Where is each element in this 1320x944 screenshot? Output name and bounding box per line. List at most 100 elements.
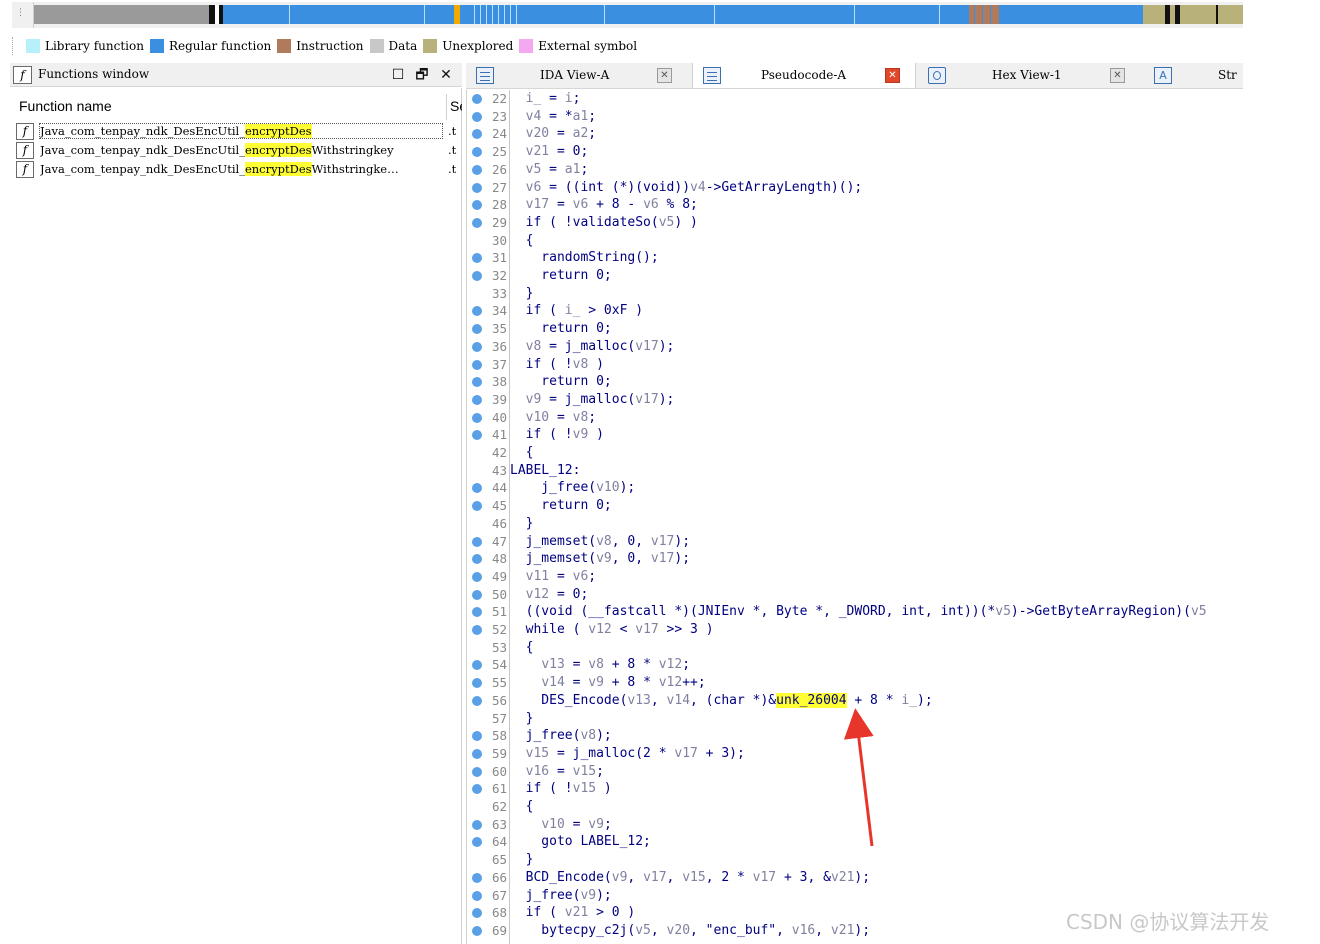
breakpoint-dot-icon[interactable] <box>472 571 482 582</box>
breakpoint-dot-icon[interactable] <box>472 147 482 158</box>
function-row[interactable]: f Java_com_tenpay_ndk_DesEncUtil_encrypt… <box>16 160 462 179</box>
code-line[interactable]: 47 j_memset(v8, 0, v17); <box>467 533 1243 551</box>
pseudocode-view[interactable]: 22 i_ = i; 23 v4 = *a1; 24 v20 = a2; 25 v21… <box>466 90 1243 944</box>
tab-hex-view-1[interactable]: Hex View-1 ✕ <box>918 63 1142 88</box>
code-line[interactable]: 36 v8 = j_malloc(v17); <box>467 338 1243 356</box>
close-tab-icon[interactable]: ✕ <box>657 68 672 83</box>
code-line[interactable]: 34 if ( i_ > 0xF ) <box>467 302 1243 320</box>
breakpoint-dot-icon[interactable] <box>472 625 482 635</box>
breakpoint-dot-icon[interactable] <box>472 483 482 494</box>
code-line[interactable]: 48 j_memset(v9, 0, v17); <box>467 550 1243 568</box>
breakpoint-dot-icon[interactable] <box>472 784 482 795</box>
code-line[interactable]: 42 { <box>467 444 1243 462</box>
breakpoint-dot-icon[interactable] <box>472 324 482 335</box>
code-line[interactable]: 26 v5 = a1; <box>467 161 1243 179</box>
breakpoint-dot-icon[interactable] <box>472 271 482 281</box>
code-line[interactable]: 64 goto LABEL_12; <box>467 833 1243 851</box>
code-line[interactable]: 41 if ( !v9 ) <box>467 426 1243 444</box>
breakpoint-dot-icon[interactable] <box>472 607 482 618</box>
breakpoint-dot-icon[interactable] <box>472 925 482 936</box>
code-line[interactable]: 44 j_free(v10); <box>467 479 1243 497</box>
code-line[interactable]: 29 if ( !validateSo(v5) ) <box>467 214 1243 232</box>
code-line[interactable]: 40 v10 = v8; <box>467 409 1243 427</box>
breakpoint-dot-icon[interactable] <box>472 306 482 317</box>
breakpoint-dot-icon[interactable] <box>472 748 482 759</box>
code-line[interactable]: 43 LABEL_12: <box>467 462 1243 480</box>
code-line[interactable]: 60 v16 = v15; <box>467 763 1243 781</box>
code-line[interactable]: 55 v14 = v9 + 8 * v12++; <box>467 674 1243 692</box>
breakpoint-dot-icon[interactable] <box>472 94 482 104</box>
column-function-name[interactable]: Function name <box>19 98 112 114</box>
breakpoint-dot-icon[interactable] <box>472 164 482 175</box>
code-line[interactable]: 51 ((void (__fastcall *)(JNIEnv *, Byte … <box>467 603 1243 621</box>
breakpoint-dot-icon[interactable] <box>472 182 482 193</box>
breakpoint-dot-icon[interactable] <box>472 536 482 547</box>
float-window-icon[interactable]: 🗗 <box>412 65 432 85</box>
breakpoint-dot-icon[interactable] <box>472 253 482 264</box>
code-line[interactable]: 65 } <box>467 851 1243 869</box>
close-tab-icon[interactable]: ✕ <box>1110 68 1125 83</box>
breakpoint-dot-icon[interactable] <box>472 501 482 512</box>
function-row[interactable]: f Java_com_tenpay_ndk_DesEncUtil_encrypt… <box>16 122 462 141</box>
code-line[interactable]: 53 { <box>467 639 1243 657</box>
code-line[interactable]: 22 i_ = i; <box>467 90 1243 108</box>
breakpoint-dot-icon[interactable] <box>472 890 482 901</box>
code-line[interactable]: 35 return 0; <box>467 320 1243 338</box>
breakpoint-dot-icon[interactable] <box>472 554 482 565</box>
code-line[interactable]: 38 return 0; <box>467 373 1243 391</box>
code-line[interactable]: 27 v6 = ((int (*)(void))v4->GetArrayLeng… <box>467 179 1243 197</box>
restore-icon[interactable]: ☐ <box>388 65 408 85</box>
tab-ida-view-a[interactable]: IDA View-A ✕ <box>466 63 690 88</box>
breakpoint-dot-icon[interactable] <box>472 660 482 671</box>
code-line[interactable]: 50 v12 = 0; <box>467 586 1243 604</box>
toolbar-grip[interactable]: ⋮ <box>12 2 34 28</box>
code-line[interactable]: 54 v13 = v8 + 8 * v12; <box>467 656 1243 674</box>
code-line[interactable]: 56 DES_Encode(v13, v14, (char *)&unk_260… <box>467 692 1243 710</box>
breakpoint-dot-icon[interactable] <box>472 430 482 441</box>
code-line[interactable]: 24 v20 = a2; <box>467 125 1243 143</box>
code-line[interactable]: 23 v4 = *a1; <box>467 108 1243 126</box>
code-line[interactable]: 30 { <box>467 232 1243 250</box>
breakpoint-dot-icon[interactable] <box>472 589 482 600</box>
breakpoint-dot-icon[interactable] <box>472 678 482 689</box>
breakpoint-dot-icon[interactable] <box>472 129 482 140</box>
breakpoint-dot-icon[interactable] <box>472 819 482 830</box>
navigation-bar[interactable] <box>34 5 1243 24</box>
breakpoint-dot-icon[interactable] <box>472 217 482 228</box>
breakpoint-dot-icon[interactable] <box>472 377 482 388</box>
code-line[interactable]: 59 v15 = j_malloc(2 * v17 + 3); <box>467 745 1243 763</box>
code-line[interactable]: 61 if ( !v15 ) <box>467 780 1243 798</box>
code-line[interactable]: 63 v10 = v9; <box>467 816 1243 834</box>
breakpoint-dot-icon[interactable] <box>472 111 482 122</box>
tab-pseudocode-a[interactable]: Pseudocode-A ✕ <box>692 63 916 88</box>
breakpoint-dot-icon[interactable] <box>472 394 482 405</box>
code-line[interactable]: 67 j_free(v9); <box>467 887 1243 905</box>
code-line[interactable]: 62 { <box>467 798 1243 816</box>
breakpoint-dot-icon[interactable] <box>472 412 482 423</box>
highlighted-symbol[interactable]: unk_26004 <box>776 692 847 708</box>
code-line[interactable]: 33 } <box>467 285 1243 303</box>
close-tab-icon[interactable]: ✕ <box>885 68 900 83</box>
code-line[interactable]: 57 } <box>467 710 1243 728</box>
column-segment[interactable]: Se <box>450 98 462 114</box>
code-line[interactable]: 45 return 0; <box>467 497 1243 515</box>
code-line[interactable]: 31 randomString(); <box>467 249 1243 267</box>
breakpoint-dot-icon[interactable] <box>472 359 482 370</box>
breakpoint-dot-icon[interactable] <box>472 200 482 211</box>
tab-strings[interactable]: A Str <box>1144 63 1243 88</box>
close-icon[interactable]: ✕ <box>436 65 456 85</box>
code-line[interactable]: 32 return 0; <box>467 267 1243 285</box>
navigation-band[interactable]: ⋮ <box>12 2 1243 28</box>
code-line[interactable]: 28 v17 = v6 + 8 - v6 % 8; <box>467 196 1243 214</box>
code-line[interactable]: 46 } <box>467 515 1243 533</box>
breakpoint-dot-icon[interactable] <box>472 766 482 777</box>
breakpoint-dot-icon[interactable] <box>472 837 482 848</box>
breakpoint-dot-icon[interactable] <box>472 872 482 883</box>
breakpoint-dot-icon[interactable] <box>472 341 482 352</box>
breakpoint-dot-icon[interactable] <box>472 695 482 706</box>
code-line[interactable]: 52 while ( v12 < v17 >> 3 ) <box>467 621 1243 639</box>
code-line[interactable]: 39 v9 = j_malloc(v17); <box>467 391 1243 409</box>
function-row[interactable]: f Java_com_tenpay_ndk_DesEncUtil_encrypt… <box>16 141 462 160</box>
code-line[interactable]: 37 if ( !v8 ) <box>467 356 1243 374</box>
breakpoint-dot-icon[interactable] <box>472 731 482 742</box>
